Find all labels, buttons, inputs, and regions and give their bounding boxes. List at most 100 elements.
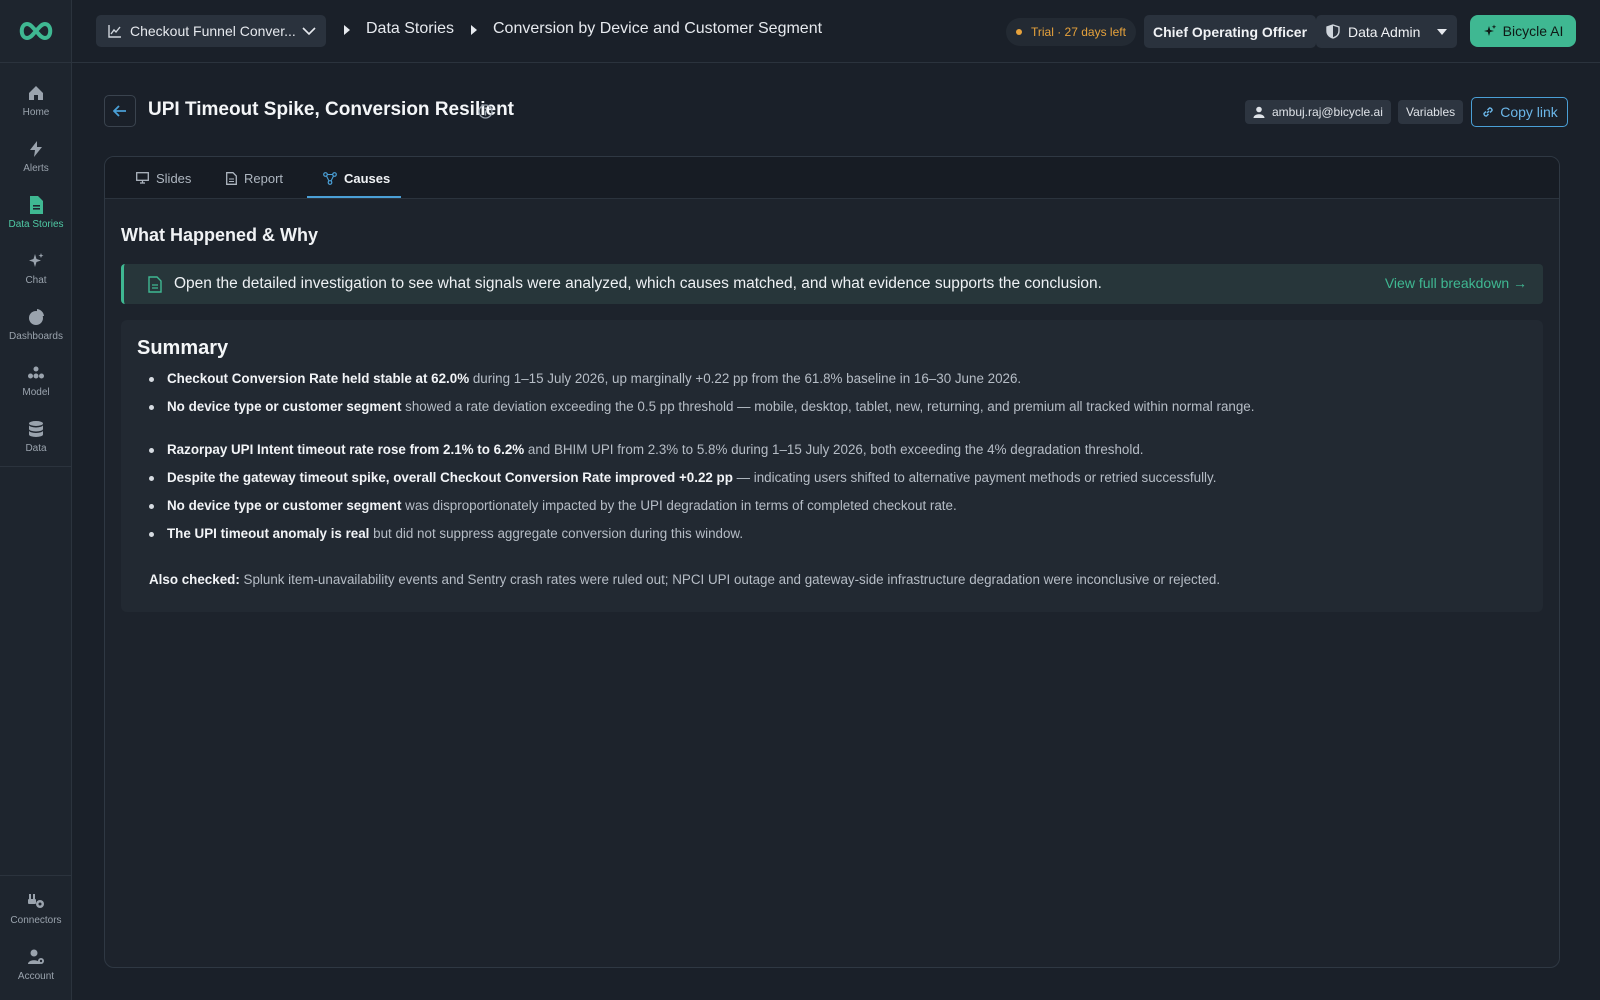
- app-logo[interactable]: [0, 0, 72, 63]
- bullet-text: was disproportionately impacted by the U…: [401, 498, 957, 513]
- banner-text: Open the detailed investigation to see w…: [174, 275, 1102, 292]
- sidebar-item-model[interactable]: Model: [0, 352, 72, 408]
- sidebar: Home Alerts Data Stories Chat Dashboards…: [0, 0, 72, 1000]
- user-icon: [1253, 106, 1265, 118]
- trial-text: Trial · 27 days left: [1031, 25, 1126, 39]
- sidebar-item-data-stories[interactable]: Data Stories: [0, 184, 72, 240]
- summary-bullet: Razorpay UPI Intent timeout rate rose fr…: [149, 442, 1144, 457]
- summary-bullet: The UPI timeout anomaly is real but did …: [148, 526, 744, 541]
- sidebar-item-label: Account: [17, 970, 55, 982]
- sidebar-item-alerts[interactable]: Alerts: [0, 128, 72, 184]
- home-icon: [26, 83, 46, 103]
- report-icon: [226, 171, 237, 185]
- sparkle-icon: [26, 251, 46, 271]
- bolt-icon: [26, 139, 46, 159]
- sidebar-divider: [0, 466, 72, 467]
- admin-dropdown[interactable]: Data Admin: [1316, 15, 1457, 48]
- tab-label: Slides: [156, 170, 192, 186]
- sidebar-item-label: Data: [25, 442, 47, 454]
- sidebar-item-dashboards[interactable]: Dashboards: [0, 296, 72, 352]
- bullet-bold-text: The UPI timeout anomaly is real: [167, 526, 370, 541]
- page-title: UPI Timeout Spike, Conversion Resilient: [148, 99, 515, 120]
- sidebar-item-connectors[interactable]: Connectors: [0, 880, 72, 936]
- summary-bullet: Despite the gateway timeout spike, overa…: [148, 470, 1217, 485]
- variables-button[interactable]: Variables: [1398, 100, 1464, 124]
- bullet-text: showed a rate deviation exceeding the 0.…: [401, 399, 1255, 414]
- view-full-breakdown-link[interactable]: View full breakdown →: [1385, 275, 1527, 291]
- causes-heading: What Happened & Why: [121, 225, 318, 245]
- summary-bullet: Checkout Conversion Rate held stable at …: [148, 371, 1021, 386]
- summary-bullet: No device type or customer segment showe…: [148, 399, 1255, 414]
- sidebar-item-label: Chat: [25, 274, 47, 286]
- breadcrumb-current-story: Conversion by Device and Customer Segmen…: [493, 20, 823, 37]
- bullet-bold-text: No device type or customer segment: [167, 399, 402, 414]
- tab-slides[interactable]: Slides: [136, 157, 191, 199]
- bullet-bold-text: Checkout Conversion Rate held stable at …: [167, 371, 470, 386]
- top-bar: Checkout Funnel Conver... Data Stories C…: [72, 0, 1600, 63]
- tab-label: Report: [244, 170, 284, 186]
- bullet-bold-text: Despite the gateway timeout spike, overa…: [167, 470, 733, 485]
- sidebar-item-label: Dashboards: [9, 330, 63, 342]
- account-settings-icon: [26, 947, 46, 967]
- summary-card: Summary Checkout Conversion Rate held st…: [121, 320, 1543, 612]
- document-icon: [26, 195, 46, 215]
- sidebar-item-account[interactable]: Account: [0, 936, 72, 992]
- breadcrumb-separator-icon: [471, 25, 477, 35]
- status-dot-icon: [1016, 29, 1022, 35]
- bullet-text: but did not suppress aggregate conversio…: [369, 526, 744, 541]
- role-label: Chief Operating Officer: [1153, 23, 1308, 40]
- role-selector[interactable]: Chief Operating Officer: [1144, 15, 1317, 48]
- infinity-logo-icon: [19, 21, 53, 41]
- also-checked-label: Also checked:: [149, 572, 240, 587]
- document-icon: [148, 275, 162, 293]
- sidebar-item-chat[interactable]: Chat: [0, 240, 72, 296]
- bullet-bold-text: Razorpay UPI Intent timeout rate rose fr…: [167, 442, 525, 457]
- chevron-down-icon: [302, 27, 316, 36]
- sidebar-nav: Home Alerts Data Stories Chat Dashboards…: [0, 72, 72, 467]
- active-tab-indicator: [307, 196, 401, 198]
- admin-label: Data Admin: [1348, 23, 1421, 40]
- connector-icon: [26, 891, 46, 911]
- sidebar-item-data[interactable]: Data: [0, 408, 72, 464]
- trial-badge: Trial · 27 days left: [1006, 18, 1136, 46]
- sidebar-bottom-nav: Connectors Account: [0, 875, 72, 992]
- bicycle-ai-button[interactable]: Bicycle AI: [1470, 15, 1576, 47]
- bullet-text: and BHIM UPI from 2.3% to 5.8% during 1–…: [524, 442, 1144, 457]
- network-icon: [323, 171, 337, 185]
- tab-causes[interactable]: Causes: [323, 157, 390, 199]
- back-button[interactable]: [104, 95, 136, 127]
- breadcrumb-data-stories[interactable]: Data Stories: [366, 20, 454, 38]
- sidebar-item-label: Home: [22, 106, 50, 118]
- link-icon: [1483, 107, 1493, 117]
- model-icon: [26, 363, 46, 383]
- user-email: ambuj.raj@bicycle.ai: [1272, 105, 1383, 119]
- user-badge: ambuj.raj@bicycle.ai: [1245, 100, 1391, 124]
- bullet-bold-text: No device type or customer segment: [167, 498, 402, 513]
- tab-report[interactable]: Report: [226, 157, 283, 199]
- sparkle-icon: [1483, 24, 1496, 36]
- copy-link-button[interactable]: Copy link: [1471, 97, 1568, 127]
- sidebar-item-label: Data Stories: [8, 218, 64, 230]
- sidebar-item-label: Alerts: [23, 162, 49, 174]
- presentation-icon: [136, 172, 149, 184]
- also-checked-text: Splunk item-unavailability events and Se…: [239, 572, 1221, 587]
- variables-label: Variables: [1406, 105, 1456, 119]
- copy-link-label: Copy link: [1500, 104, 1558, 120]
- arrow-left-icon: [113, 105, 126, 117]
- sidebar-item-home[interactable]: Home: [0, 72, 72, 128]
- bicycle-ai-label: Bicycle AI: [1502, 23, 1564, 39]
- line-chart-icon: [108, 25, 121, 38]
- dashboard-selector-label: Checkout Funnel Conver...: [130, 23, 296, 39]
- summary-bullet: No device type or customer segment was d…: [149, 498, 957, 513]
- sidebar-item-label: Connectors: [10, 914, 62, 926]
- summary-title: Summary: [137, 337, 229, 359]
- database-icon: [26, 419, 46, 439]
- pie-chart-icon: [26, 307, 46, 327]
- sidebar-item-label: Model: [22, 386, 50, 398]
- info-icon[interactable]: [478, 104, 493, 119]
- also-checked-note: Also checked: Splunk item-unavailability…: [149, 572, 1220, 587]
- shield-icon: [1326, 24, 1340, 39]
- investigation-banner: Open the detailed investigation to see w…: [121, 264, 1543, 304]
- bullet-text: — indicating users shifted to alternativ…: [732, 470, 1217, 485]
- dashboard-selector[interactable]: Checkout Funnel Conver...: [96, 15, 326, 47]
